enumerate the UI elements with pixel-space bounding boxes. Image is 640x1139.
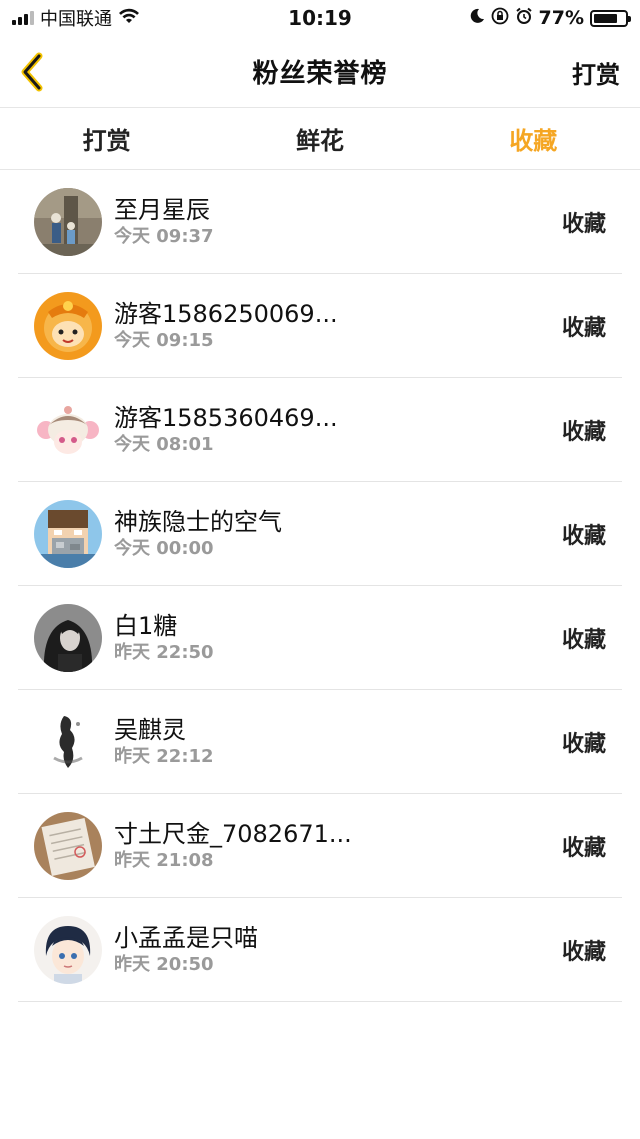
item-info: 白1糖 昨天 22:50 [114, 611, 214, 665]
rotation-lock-icon [491, 7, 509, 29]
alarm-icon [515, 7, 533, 29]
signal-icon [12, 11, 34, 25]
item-name: 白1糖 [114, 611, 178, 640]
item-info: 至月星辰 今天 09:37 [114, 195, 214, 249]
list-item[interactable]: 神族隐士的空气 今天 00:00 收藏 [18, 482, 622, 586]
item-action-label: 收藏 [561, 212, 606, 237]
item-info: 吴麒灵 昨天 22:12 [114, 715, 214, 769]
status-right: 77% [469, 7, 631, 29]
item-time: 昨天 20:50 [114, 953, 214, 975]
item-name: 游客1585360469... [114, 403, 338, 432]
wifi-icon [118, 8, 140, 28]
battery-percent: 77% [538, 7, 584, 29]
item-time: 今天 00:00 [114, 537, 214, 559]
tab-favorites[interactable]: 收藏 [427, 108, 640, 169]
item-info: 游客1585360469... 今天 08:01 [114, 403, 338, 457]
tab-flowers[interactable]: 鲜花 [213, 108, 426, 169]
list-item[interactable]: 吴麒灵 昨天 22:12 收藏 [18, 690, 622, 794]
item-action-label: 收藏 [561, 524, 606, 549]
back-button[interactable] [14, 50, 50, 94]
item-time: 今天 09:37 [114, 225, 214, 247]
avatar [34, 603, 102, 672]
item-time: 昨天 21:08 [114, 849, 214, 871]
list-item[interactable]: 至月星辰 今天 09:37 收藏 [18, 170, 622, 274]
item-name: 神族隐士的空气 [114, 507, 282, 536]
chevron-left-icon [21, 52, 43, 92]
avatar [34, 707, 102, 776]
item-name: 游客1586250069... [114, 299, 338, 328]
tab-reward[interactable]: 打赏 [0, 108, 213, 169]
item-info: 游客1586250069... 今天 09:15 [114, 299, 338, 353]
page-title: 粉丝荣誉榜 [252, 59, 388, 89]
status-left: 中国联通 [12, 5, 140, 31]
item-name: 吴麒灵 [114, 715, 186, 744]
item-name: 小孟孟是只喵 [114, 923, 258, 952]
avatar [34, 811, 102, 880]
item-action-label: 收藏 [561, 940, 606, 965]
list-item[interactable]: 小孟孟是只喵 昨天 20:50 收藏 [18, 898, 622, 1002]
item-action-label: 收藏 [561, 836, 606, 861]
fan-list: 至月星辰 今天 09:37 收藏 游客1586250069... 今天 09:1… [0, 170, 640, 1002]
item-info: 小孟孟是只喵 昨天 20:50 [114, 923, 258, 977]
carrier-label: 中国联通 [40, 9, 112, 30]
item-name: 至月星辰 [114, 195, 210, 224]
item-time: 今天 08:01 [114, 433, 214, 455]
avatar [34, 291, 102, 360]
list-item[interactable]: 寸土尺金_7082671... 昨天 21:08 收藏 [18, 794, 622, 898]
item-action-label: 收藏 [561, 628, 606, 653]
item-action-label: 收藏 [561, 420, 606, 445]
list-item[interactable]: 游客1586250069... 今天 09:15 收藏 [18, 274, 622, 378]
item-name: 寸土尺金_7082671... [114, 819, 352, 848]
item-action-label: 收藏 [561, 732, 606, 757]
item-time: 昨天 22:50 [114, 641, 214, 663]
avatar [34, 499, 102, 568]
avatar [34, 915, 102, 984]
avatar [34, 395, 102, 464]
avatar [34, 187, 102, 256]
reward-button[interactable]: 打赏 [572, 36, 620, 108]
item-info: 寸土尺金_7082671... 昨天 21:08 [114, 819, 352, 873]
item-time: 昨天 22:12 [114, 745, 214, 767]
list-item[interactable]: 白1糖 昨天 22:50 收藏 [18, 586, 622, 690]
battery-icon [590, 9, 631, 27]
item-action-label: 收藏 [561, 316, 606, 341]
item-info: 神族隐士的空气 今天 00:00 [114, 507, 282, 561]
status-bar: 中国联通 77% [0, 0, 640, 36]
list-item[interactable]: 游客1585360469... 今天 08:01 收藏 [18, 378, 622, 482]
item-time: 今天 09:15 [114, 329, 214, 351]
nav-bar: 粉丝荣誉榜 打赏 [0, 36, 640, 108]
moon-icon [469, 8, 485, 28]
tab-bar: 打赏 鲜花 收藏 [0, 108, 640, 170]
